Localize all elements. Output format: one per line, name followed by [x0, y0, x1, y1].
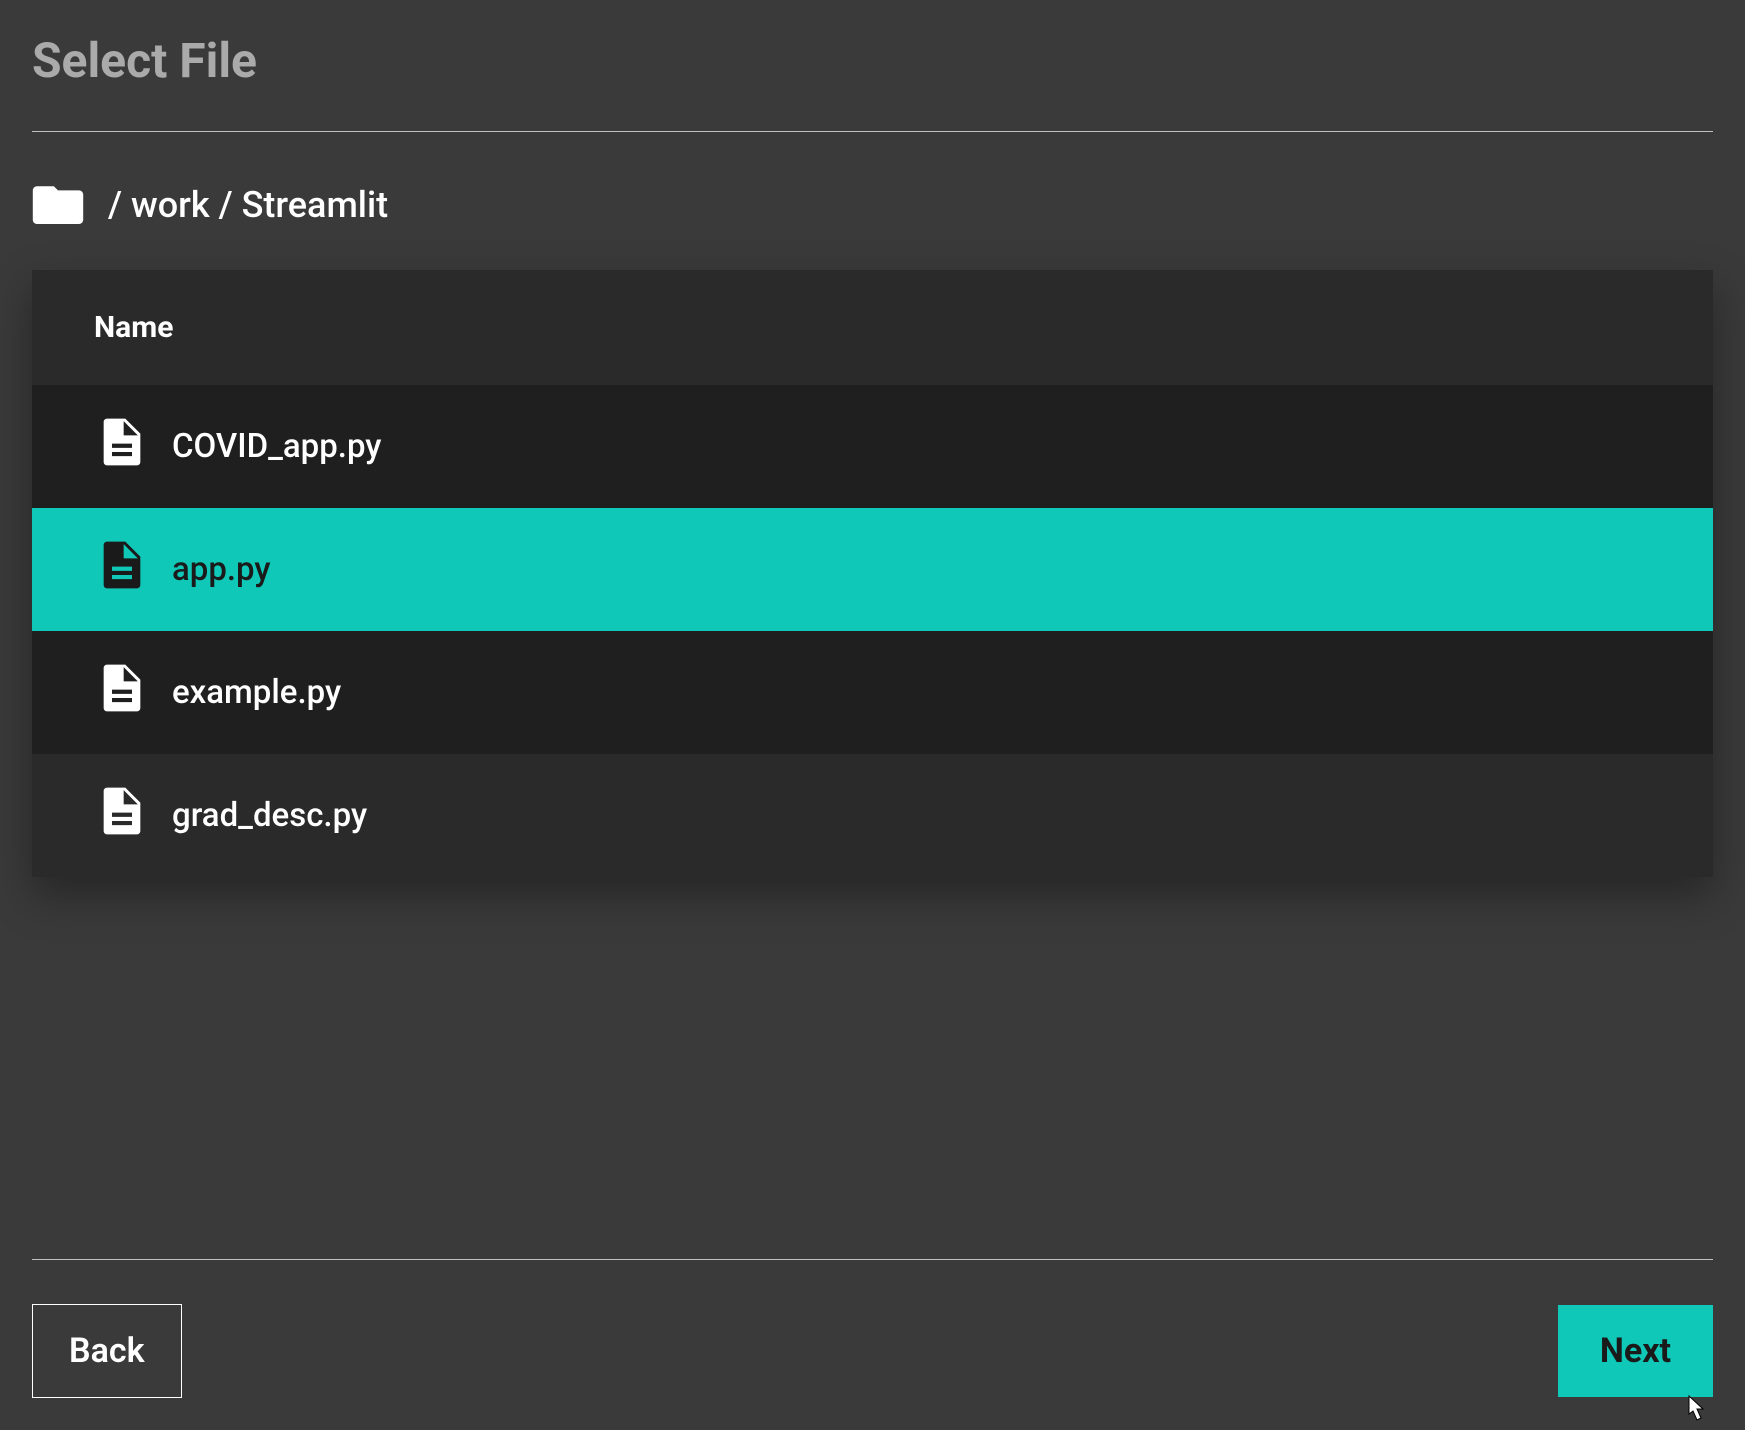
breadcrumb-path: / work / Streamlit: [108, 184, 388, 226]
button-row: Back Next: [32, 1304, 1713, 1398]
next-button[interactable]: Next: [1558, 1305, 1713, 1397]
divider: [32, 1259, 1713, 1260]
file-icon: [102, 787, 142, 844]
breadcrumb[interactable]: / work / Streamlit: [32, 182, 1713, 228]
file-table: Name COVID_app.py app.py example.py grad_de…: [32, 270, 1713, 877]
file-name: app.py: [172, 550, 271, 589]
table-row[interactable]: example.py: [32, 631, 1713, 754]
folder-icon: [32, 182, 84, 228]
column-header-name[interactable]: Name: [94, 310, 173, 345]
table-header: Name: [32, 270, 1713, 385]
back-button[interactable]: Back: [32, 1304, 182, 1398]
table-row[interactable]: app.py: [32, 508, 1713, 631]
cursor-pointer-icon: [1681, 1394, 1709, 1428]
file-name: COVID_app.py: [172, 427, 381, 466]
file-name: example.py: [172, 673, 341, 712]
file-icon: [102, 541, 142, 598]
page-title: Select File: [32, 32, 1713, 89]
table-row[interactable]: COVID_app.py: [32, 385, 1713, 508]
file-icon: [102, 418, 142, 475]
divider: [32, 131, 1713, 132]
table-row[interactable]: grad_desc.py: [32, 754, 1713, 877]
file-name: grad_desc.py: [172, 796, 367, 835]
file-icon: [102, 664, 142, 721]
